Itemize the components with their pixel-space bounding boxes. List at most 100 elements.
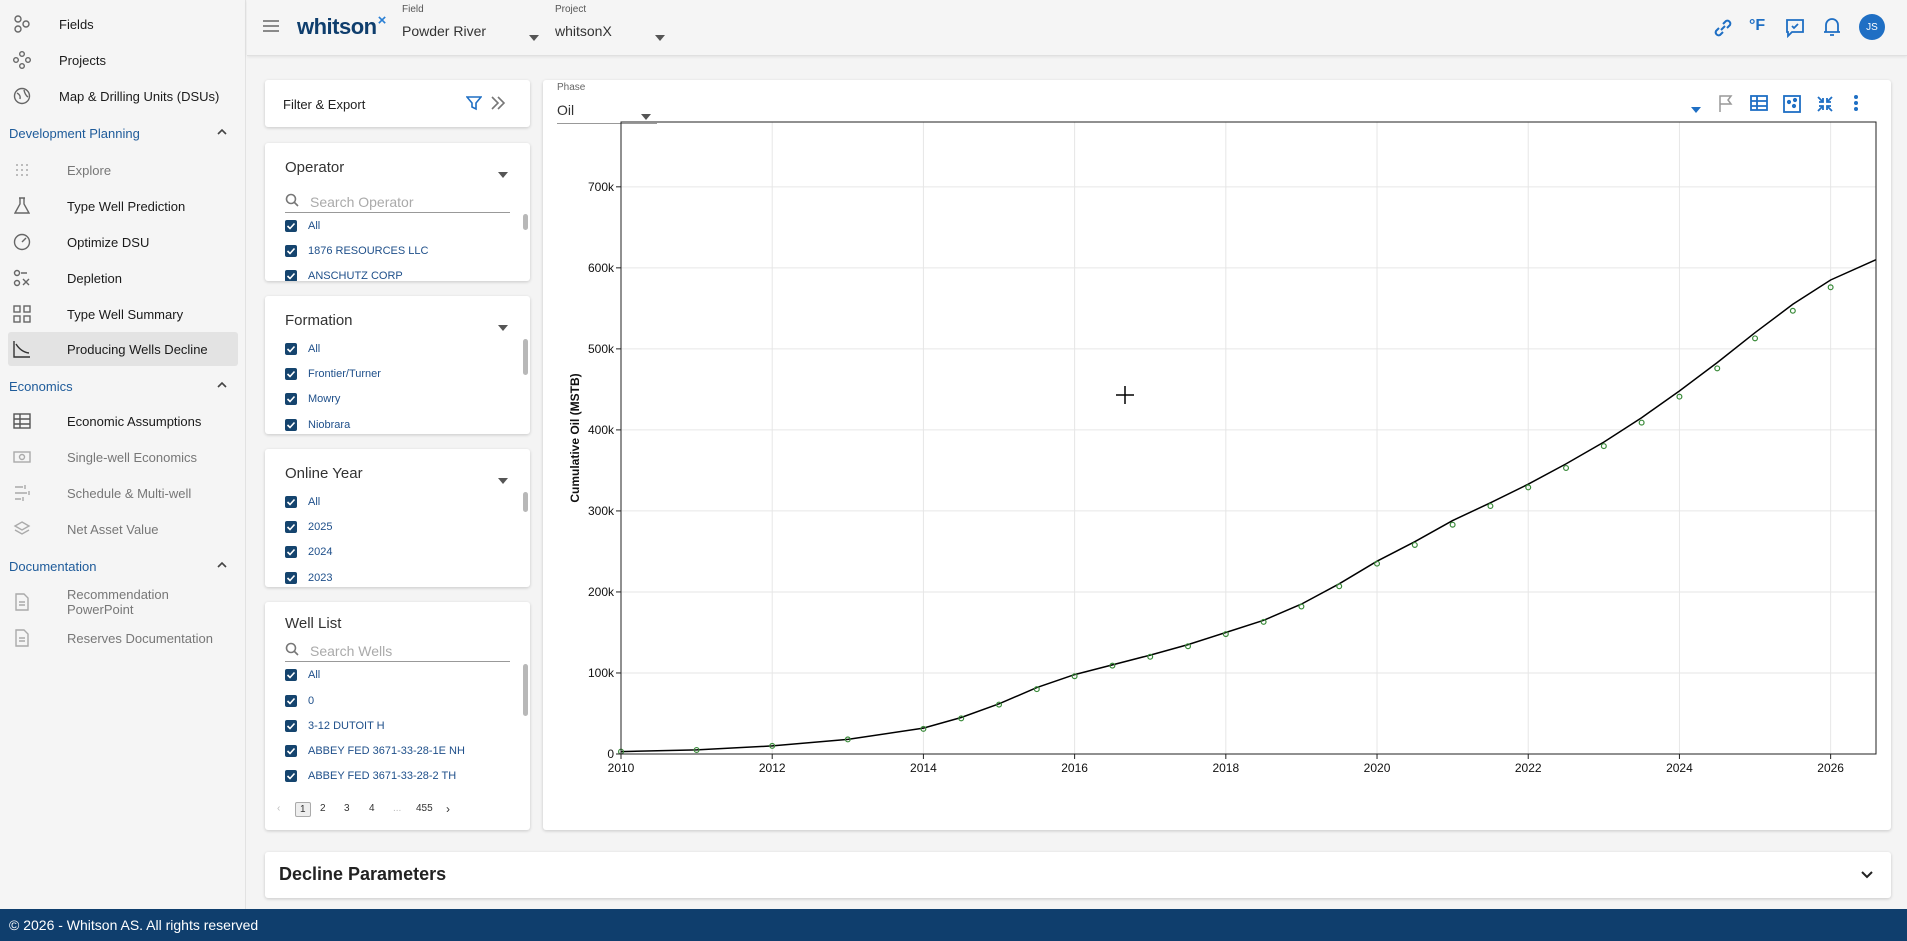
link-icon[interactable]: [1713, 18, 1733, 43]
formation-option[interactable]: Mowry: [285, 389, 340, 409]
bell-icon[interactable]: [1823, 17, 1841, 42]
menu-icon[interactable]: [262, 19, 280, 38]
section-documentation[interactable]: Documentation: [9, 554, 239, 578]
flask-icon: [10, 197, 34, 215]
chart-series: [617, 259, 1877, 755]
well-option[interactable]: ABBEY FED 3671-33-28-1E NH: [285, 741, 465, 761]
chevron-down-icon[interactable]: [1859, 866, 1875, 887]
x-tick-label: 2026: [1817, 761, 1844, 775]
filter-export-header: Filter & Export: [265, 80, 530, 127]
data-point: [1563, 464, 1570, 471]
sidebar-item-single-well-economics[interactable]: Single-well Economics: [8, 440, 238, 474]
operator-option[interactable]: All: [285, 216, 320, 236]
fit-line: [620, 259, 1877, 753]
formation-option[interactable]: Niobrara: [285, 415, 350, 434]
sidebar-item-economic-assumptions[interactable]: Economic Assumptions: [8, 404, 238, 438]
well-option[interactable]: All: [285, 665, 320, 685]
sidebar-item-label: Fields: [59, 16, 94, 32]
section-economics[interactable]: Economics: [9, 374, 239, 398]
cumulative-oil-chart[interactable]: 2010 2012 2014 2016 2018 2020 2022 2024 2026 0 100…: [543, 120, 1891, 780]
well-option[interactable]: 3-12 DUTOIT H: [285, 716, 385, 736]
autofit-icon[interactable]: [1783, 95, 1801, 118]
page-button[interactable]: 2: [320, 803, 326, 814]
page-button-current[interactable]: 1: [295, 802, 311, 817]
filter-icon[interactable]: [465, 95, 483, 116]
sidebar-item-fields[interactable]: Fields: [8, 7, 238, 41]
caret-down-icon[interactable]: [498, 165, 508, 183]
option-label: 2024: [308, 546, 333, 558]
formation-option[interactable]: All: [285, 339, 320, 359]
sidebar-item-type-well-prediction[interactable]: Type Well Prediction: [8, 189, 238, 223]
operator-option[interactable]: ANSCHUTZ CORP: [285, 266, 403, 281]
temperature-unit-toggle[interactable]: °F: [1749, 17, 1765, 35]
table-view-icon[interactable]: [1750, 95, 1768, 116]
caret-down-icon[interactable]: [498, 471, 508, 489]
section-title: Documentation: [9, 558, 97, 574]
formation-option[interactable]: Frontier/Turner: [285, 364, 381, 384]
operator-option[interactable]: 1876 RESOURCES LLC: [285, 241, 428, 261]
y-tick-label: 200k: [588, 585, 615, 599]
sidebar-item-recommendation-powerpoint[interactable]: Recommendation PowerPoint: [8, 585, 238, 619]
whitson-logo[interactable]: whitson×: [297, 12, 386, 40]
collapse-panel-icon[interactable]: [490, 96, 506, 115]
document-icon: [10, 629, 34, 647]
x-tick-label: 2020: [1364, 761, 1391, 775]
well-option[interactable]: 0: [285, 691, 314, 711]
scrollbar[interactable]: [523, 339, 528, 375]
sidebar-item-depletion[interactable]: Depletion: [8, 261, 238, 295]
option-label: All: [308, 220, 321, 232]
year-option[interactable]: 2023: [285, 568, 332, 587]
operator-search-input[interactable]: Search Operator: [310, 194, 414, 210]
scrollbar[interactable]: [523, 664, 528, 716]
chevron-left-icon[interactable]: ‹: [277, 803, 280, 814]
sidebar-item-map[interactable]: Map & Drilling Units (DSUs): [8, 79, 238, 113]
flag-icon[interactable]: [1718, 95, 1734, 118]
sidebar-item-type-well-summary[interactable]: Type Well Summary: [8, 297, 238, 331]
section-development-planning[interactable]: Development Planning: [9, 121, 239, 145]
well-option[interactable]: ABBEY FED 3671-33-28-2 TH: [285, 766, 456, 786]
sidebar-item-producing-wells-decline[interactable]: Producing Wells Decline: [8, 332, 238, 366]
field-select[interactable]: Field Powder River: [402, 4, 542, 46]
logo-text: whitson: [297, 14, 377, 39]
feedback-icon[interactable]: [1785, 18, 1805, 43]
crosshair-cursor: [1116, 386, 1134, 404]
project-select[interactable]: Project whitsonX: [555, 4, 671, 46]
decline-parameters-panel[interactable]: Decline Parameters: [265, 852, 1891, 898]
page-button[interactable]: 3: [344, 803, 350, 814]
option-label: All: [308, 496, 321, 508]
scrollbar[interactable]: [523, 492, 528, 512]
checkbox-checked-icon: [285, 245, 297, 257]
more-vertical-icon[interactable]: [1853, 94, 1859, 117]
sidebar-item-schedule-multi-well[interactable]: Schedule & Multi-well: [8, 476, 238, 510]
y-tick-label: 500k: [588, 342, 615, 356]
avatar[interactable]: JS: [1859, 14, 1885, 40]
year-option[interactable]: 2024: [285, 542, 332, 562]
sidebar-item-label: Recommendation PowerPoint: [67, 587, 169, 617]
sidebar-item-reserves-documentation[interactable]: Reserves Documentation: [8, 621, 238, 655]
sidebar-item-optimize-dsu[interactable]: Optimize DSU: [8, 225, 238, 259]
sidebar-item-label: Optimize DSU: [67, 234, 150, 250]
sidebar-item-projects[interactable]: Projects: [8, 43, 238, 77]
chart-ticks: 2010 2012 2014 2016 2018 2020 2022 2024 2026 0 100…: [588, 180, 1844, 775]
search-underline: [285, 661, 510, 662]
phase-select[interactable]: Phase Oil: [557, 82, 657, 124]
data-point: [1487, 503, 1494, 510]
well-search-input[interactable]: Search Wells: [310, 643, 392, 659]
caret-down-icon[interactable]: [1691, 100, 1701, 118]
sidebar-item-net-asset-value[interactable]: Net Asset Value: [8, 512, 238, 546]
sidebar-item-explore[interactable]: Explore: [8, 153, 238, 187]
year-option[interactable]: All: [285, 492, 320, 512]
caret-down-icon[interactable]: [498, 318, 508, 336]
chevron-up-icon: [215, 378, 229, 395]
page-ellipsis: ...: [393, 803, 402, 814]
y-tick-label: 600k: [588, 261, 615, 275]
collapse-arrows-icon[interactable]: [1816, 95, 1834, 118]
plot-frame: [620, 121, 1877, 755]
page-button[interactable]: 4: [369, 803, 375, 814]
year-option[interactable]: 2025: [285, 517, 332, 537]
page-button[interactable]: 455: [416, 803, 433, 814]
chevron-right-icon[interactable]: ›: [446, 802, 450, 816]
field-value: Powder River: [402, 23, 487, 39]
online-year-filter-card: Online Year All 2025 2024 2023: [265, 449, 530, 587]
scrollbar[interactable]: [523, 214, 528, 230]
